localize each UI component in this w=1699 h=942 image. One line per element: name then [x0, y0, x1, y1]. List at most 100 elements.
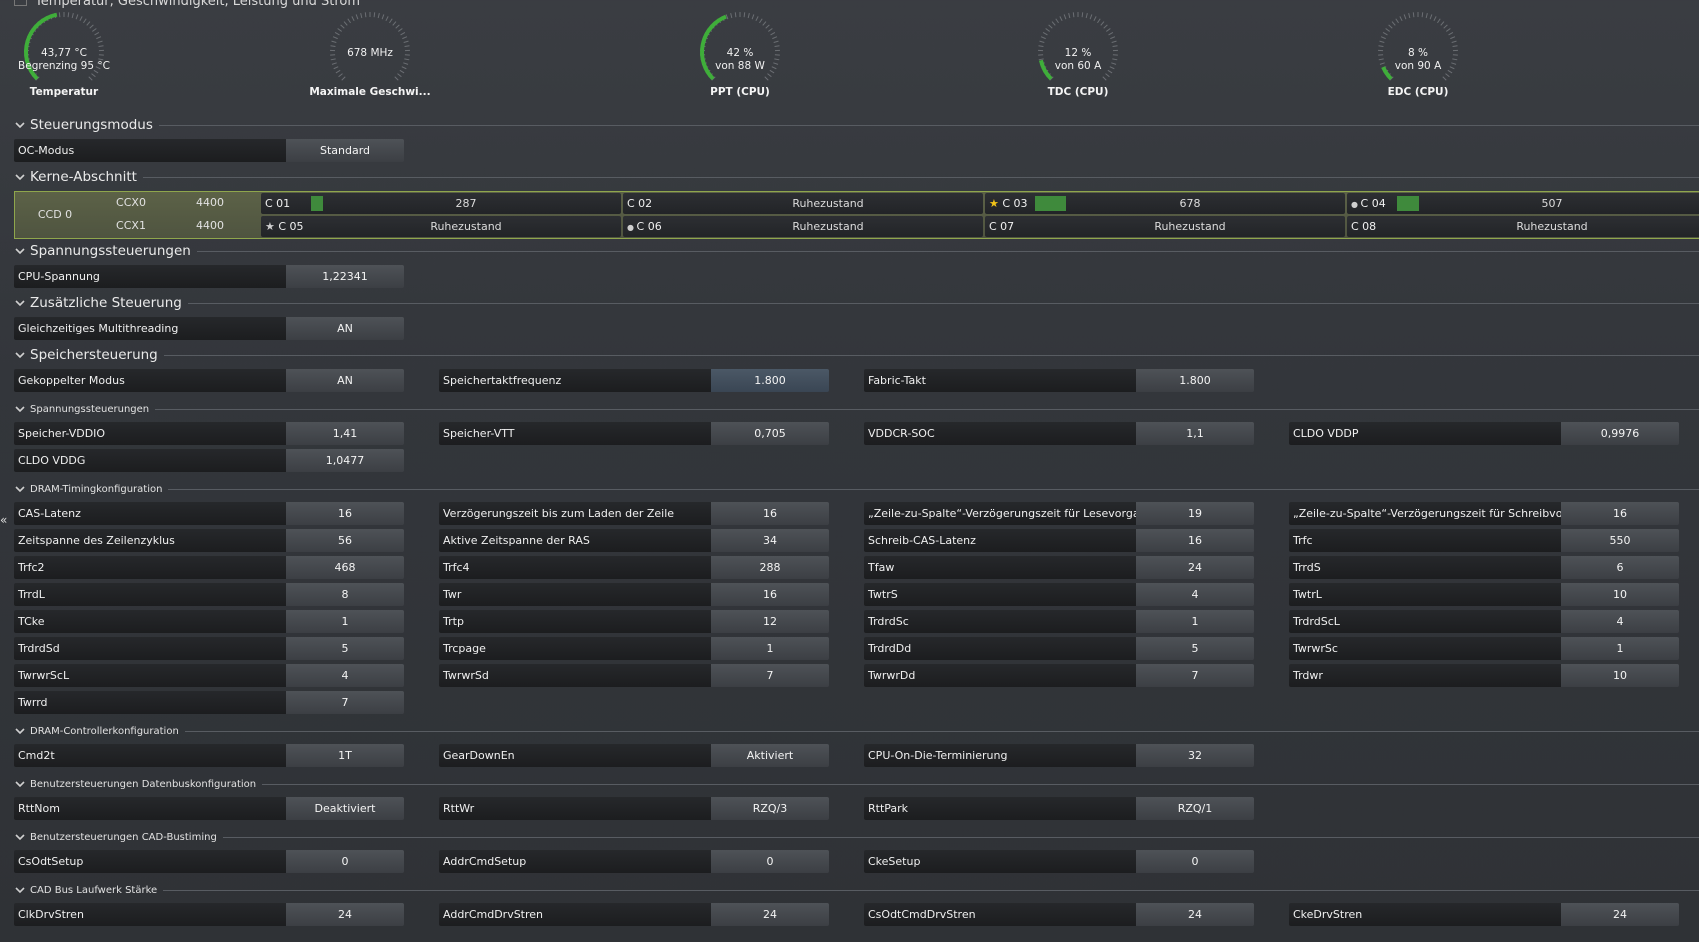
setting-value[interactable]: 1,22341: [286, 265, 404, 288]
setting-value[interactable]: 16: [711, 502, 829, 525]
setting-value[interactable]: 1: [1561, 637, 1679, 660]
setting-value[interactable]: 12: [711, 610, 829, 633]
setting-value[interactable]: 10: [1561, 583, 1679, 606]
setting-value[interactable]: 10: [1561, 664, 1679, 687]
core-1[interactable]: C 01 287: [261, 193, 621, 214]
setting-value[interactable]: 0,9976: [1561, 422, 1679, 445]
chevron-down-icon[interactable]: [14, 483, 26, 495]
setting-value[interactable]: 1.800: [1136, 369, 1254, 392]
settings-row: TwrwrScL 4 TwrwrSd 7 TwrwrDd 7 Trdwr 10: [0, 664, 1699, 687]
section-spannung2[interactable]: Spannungssteuerungen: [14, 400, 1699, 418]
chevron-down-icon[interactable]: [14, 403, 26, 415]
setting-value[interactable]: 0,705: [711, 422, 829, 445]
setting-value[interactable]: RZQ/3: [711, 797, 829, 820]
chevron-down-icon[interactable]: [14, 245, 26, 257]
setting-timings-4: Zeitspanne des Zeilenzyklus 56: [14, 529, 404, 552]
section-speicher[interactable]: Speichersteuerung: [14, 346, 1699, 364]
setting-label: Zeitspanne des Zeilenzyklus: [14, 529, 286, 552]
section-spannung[interactable]: Spannungssteuerungen: [14, 242, 1699, 260]
setting-value[interactable]: 0: [1136, 850, 1254, 873]
setting-value[interactable]: 1T: [286, 744, 404, 767]
chevron-down-icon[interactable]: [14, 297, 26, 309]
setting-value[interactable]: 16: [1136, 529, 1254, 552]
setting-value[interactable]: 1: [1136, 610, 1254, 633]
setting-value[interactable]: 7: [1136, 664, 1254, 687]
chevron-down-icon[interactable]: [14, 725, 26, 737]
setting-value[interactable]: 5: [1136, 637, 1254, 660]
setting-value[interactable]: RZQ/1: [1136, 797, 1254, 820]
setting-timings-2: „Zeile-zu-Spalte“-Verzögerungszeit für L…: [864, 502, 1254, 525]
setting-value[interactable]: 32: [1136, 744, 1254, 767]
chevron-down-icon[interactable]: [14, 119, 26, 131]
setting-memory-0: Gekoppelter Modus AN: [14, 369, 404, 392]
section-steuerungsmodus[interactable]: Steuerungsmodus: [14, 116, 1699, 134]
setting-label: Twr: [439, 583, 711, 606]
section-zusaetzlich[interactable]: Zusätzliche Steuerung: [14, 294, 1699, 312]
setting-value[interactable]: 1,0477: [286, 449, 404, 472]
collapse-checkbox[interactable]: [14, 0, 27, 6]
core-2[interactable]: C 02 Ruhezustand: [623, 193, 983, 214]
section-title: DRAM-Timingkonfiguration: [30, 483, 163, 495]
setting-value[interactable]: 56: [286, 529, 404, 552]
setting-value[interactable]: 5: [286, 637, 404, 660]
setting-value[interactable]: 19: [1136, 502, 1254, 525]
chevron-down-icon[interactable]: [14, 349, 26, 361]
core-4[interactable]: ● C 04 507: [1347, 193, 1699, 214]
chevron-down-icon[interactable]: [14, 831, 26, 843]
setting-value[interactable]: 1,41: [286, 422, 404, 445]
setting-value[interactable]: 24: [1136, 903, 1254, 926]
setting-timings-27: Trdwr 10: [1289, 664, 1679, 687]
core-5[interactable]: ★ C 05 Ruhezustand: [261, 216, 621, 237]
setting-label: Speicher-VDDIO: [14, 422, 286, 445]
section-cad_drive[interactable]: CAD Bus Laufwerk Stärke: [14, 881, 1699, 899]
setting-value[interactable]: 24: [711, 903, 829, 926]
setting-value[interactable]: 550: [1561, 529, 1679, 552]
setting-value[interactable]: AN: [286, 369, 404, 392]
section-dram_ctrl[interactable]: DRAM-Controllerkonfiguration: [14, 722, 1699, 740]
section-cad[interactable]: Benutzersteuerungen CAD-Bustiming: [14, 828, 1699, 846]
setting-value[interactable]: 1: [711, 637, 829, 660]
setting-value[interactable]: 24: [286, 903, 404, 926]
section-kerne[interactable]: Kerne-Abschnitt: [14, 168, 1699, 186]
setting-value[interactable]: 288: [711, 556, 829, 579]
setting-value[interactable]: 7: [286, 691, 404, 714]
setting-value[interactable]: 468: [286, 556, 404, 579]
setting-value[interactable]: 1.800: [711, 369, 829, 392]
core-6[interactable]: ● C 06 Ruhezustand: [623, 216, 983, 237]
setting-value[interactable]: 4: [1561, 610, 1679, 633]
setting-value[interactable]: 8: [286, 583, 404, 606]
setting-label: RttPark: [864, 797, 1136, 820]
setting-value[interactable]: 1,1: [1136, 422, 1254, 445]
core-3[interactable]: ★ C 03 678: [985, 193, 1345, 214]
setting-value[interactable]: 16: [286, 502, 404, 525]
core-7[interactable]: C 07 Ruhezustand: [985, 216, 1345, 237]
setting-value[interactable]: 6: [1561, 556, 1679, 579]
setting-label: Gleichzeitiges Multithreading: [14, 317, 286, 340]
setting-value[interactable]: 24: [1136, 556, 1254, 579]
setting-value[interactable]: 24: [1561, 903, 1679, 926]
setting-value[interactable]: 16: [1561, 502, 1679, 525]
setting-value[interactable]: 16: [711, 583, 829, 606]
setting-label: CPU-On-Die-Terminierung: [864, 744, 1136, 767]
setting-value[interactable]: 4: [286, 664, 404, 687]
chevron-down-icon[interactable]: [14, 778, 26, 790]
setting-value[interactable]: AN: [286, 317, 404, 340]
setting-value[interactable]: 1: [286, 610, 404, 633]
settings-row: OC-Modus Standard: [0, 139, 1699, 162]
setting-value[interactable]: Standard: [286, 139, 404, 162]
section-dram_timing[interactable]: DRAM-Timingkonfiguration: [14, 480, 1699, 498]
setting-value[interactable]: 0: [286, 850, 404, 873]
setting-label: CLDO VDDP: [1289, 422, 1561, 445]
setting-value[interactable]: 4: [1136, 583, 1254, 606]
chevron-down-icon[interactable]: [14, 884, 26, 896]
setting-value[interactable]: 34: [711, 529, 829, 552]
core-name: C 08: [1351, 216, 1376, 237]
setting-value[interactable]: Deaktiviert: [286, 797, 404, 820]
chevron-down-icon[interactable]: [14, 171, 26, 183]
collapse-sidebar-icon[interactable]: «: [0, 513, 7, 527]
core-8[interactable]: C 08 Ruhezustand: [1347, 216, 1699, 237]
setting-value[interactable]: 0: [711, 850, 829, 873]
section-datenbus[interactable]: Benutzersteuerungen Datenbuskonfiguratio…: [14, 775, 1699, 793]
setting-value[interactable]: Aktiviert: [711, 744, 829, 767]
setting-value[interactable]: 7: [711, 664, 829, 687]
